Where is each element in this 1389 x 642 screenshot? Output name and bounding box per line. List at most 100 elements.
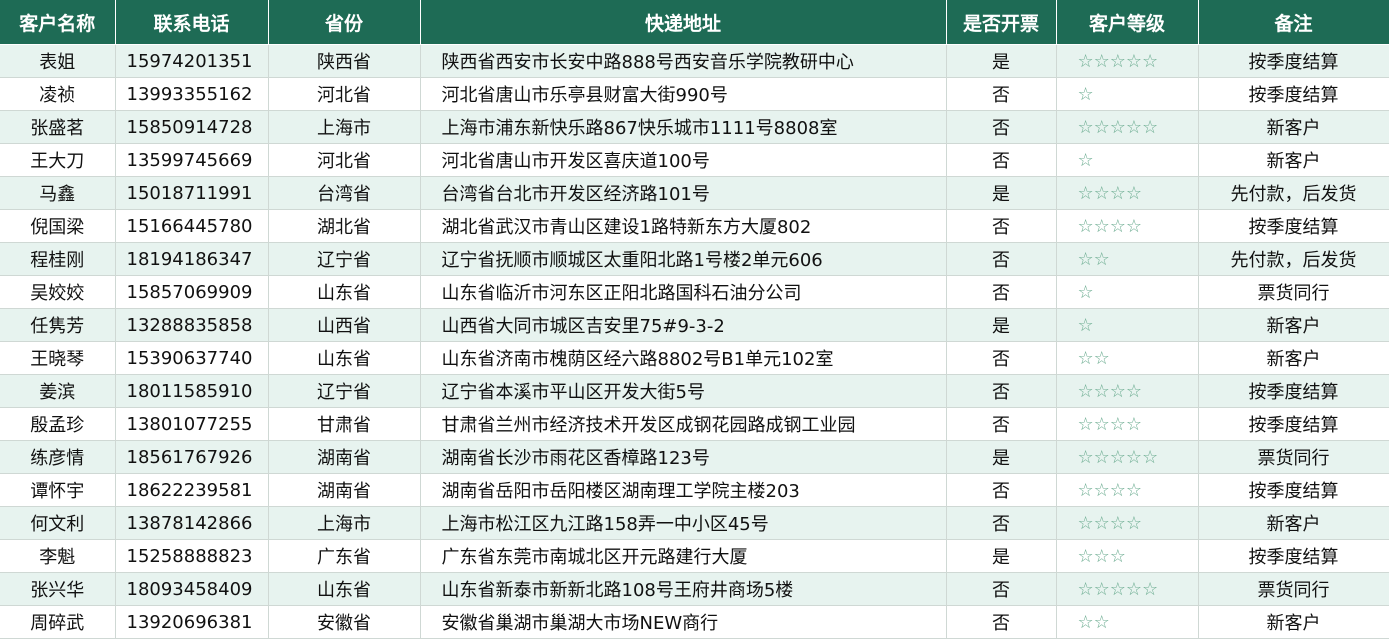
header-phone[interactable]: 联系电话 [115, 0, 269, 45]
cell-address[interactable]: 上海市浦东新快乐路867快乐城市1111号8808室 [420, 110, 947, 144]
cell-level[interactable]: ☆☆ [1056, 341, 1199, 375]
cell-invoice[interactable]: 否 [946, 374, 1057, 408]
cell-address[interactable]: 辽宁省本溪市平山区开发大街5号 [420, 374, 947, 408]
cell-level[interactable]: ☆☆☆ [1056, 539, 1199, 573]
cell-note[interactable]: 新客户 [1198, 341, 1389, 375]
cell-level[interactable]: ☆ [1056, 77, 1199, 111]
cell-phone[interactable]: 13993355162 [115, 77, 269, 111]
cell-address[interactable]: 上海市松江区九江路158弄一中小区45号 [420, 506, 947, 540]
cell-invoice[interactable]: 是 [946, 44, 1057, 78]
cell-note[interactable]: 票货同行 [1198, 572, 1389, 606]
cell-address[interactable]: 河北省唐山市乐亭县财富大街990号 [420, 77, 947, 111]
cell-invoice[interactable]: 是 [946, 440, 1057, 474]
cell-note[interactable]: 按季度结算 [1198, 209, 1389, 243]
cell-phone[interactable]: 18194186347 [115, 242, 269, 276]
cell-note[interactable]: 按季度结算 [1198, 539, 1389, 573]
cell-province[interactable]: 上海市 [268, 110, 421, 144]
cell-phone[interactable]: 15018711991 [115, 176, 269, 210]
cell-name[interactable]: 殷孟珍 [0, 407, 116, 441]
cell-level[interactable]: ☆☆☆☆☆ [1056, 110, 1199, 144]
cell-name[interactable]: 李魁 [0, 539, 116, 573]
cell-province[interactable]: 辽宁省 [268, 242, 421, 276]
cell-address[interactable]: 山东省济南市槐荫区经六路8802号B1单元102室 [420, 341, 947, 375]
cell-level[interactable]: ☆ [1056, 275, 1199, 309]
cell-phone[interactable]: 15390637740 [115, 341, 269, 375]
cell-note[interactable]: 按季度结算 [1198, 44, 1389, 78]
cell-name[interactable]: 姜滨 [0, 374, 116, 408]
cell-province[interactable]: 湖北省 [268, 209, 421, 243]
cell-invoice[interactable]: 否 [946, 407, 1057, 441]
cell-note[interactable]: 按季度结算 [1198, 374, 1389, 408]
cell-level[interactable]: ☆☆☆☆ [1056, 506, 1199, 540]
cell-invoice[interactable]: 否 [946, 605, 1057, 639]
cell-province[interactable]: 山东省 [268, 572, 421, 606]
cell-name[interactable]: 练彦情 [0, 440, 116, 474]
cell-province[interactable]: 湖南省 [268, 440, 421, 474]
cell-name[interactable]: 程桂刚 [0, 242, 116, 276]
cell-note[interactable]: 按季度结算 [1198, 473, 1389, 507]
cell-address[interactable]: 山东省新泰市新新北路108号王府井商场5楼 [420, 572, 947, 606]
cell-address[interactable]: 广东省东莞市南城北区开元路建行大厦 [420, 539, 947, 573]
cell-invoice[interactable]: 否 [946, 143, 1057, 177]
cell-phone[interactable]: 15850914728 [115, 110, 269, 144]
cell-invoice[interactable]: 是 [946, 176, 1057, 210]
cell-province[interactable]: 上海市 [268, 506, 421, 540]
header-province[interactable]: 省份 [268, 0, 421, 45]
cell-level[interactable]: ☆☆☆☆ [1056, 209, 1199, 243]
cell-name[interactable]: 表姐 [0, 44, 116, 78]
cell-address[interactable]: 湖南省长沙市雨花区香樟路123号 [420, 440, 947, 474]
cell-note[interactable]: 新客户 [1198, 506, 1389, 540]
cell-address[interactable]: 山东省临沂市河东区正阳北路国科石油分公司 [420, 275, 947, 309]
cell-province[interactable]: 甘肃省 [268, 407, 421, 441]
cell-note[interactable]: 新客户 [1198, 605, 1389, 639]
cell-phone[interactable]: 18011585910 [115, 374, 269, 408]
cell-invoice[interactable]: 是 [946, 308, 1057, 342]
cell-address[interactable]: 安徽省巢湖市巢湖大市场NEW商行 [420, 605, 947, 639]
cell-invoice[interactable]: 是 [946, 539, 1057, 573]
cell-name[interactable]: 王大刀 [0, 143, 116, 177]
cell-address[interactable]: 陕西省西安市长安中路888号西安音乐学院教研中心 [420, 44, 947, 78]
cell-invoice[interactable]: 否 [946, 572, 1057, 606]
cell-address[interactable]: 甘肃省兰州市经济技术开发区成钢花园路成钢工业园 [420, 407, 947, 441]
cell-invoice[interactable]: 否 [946, 209, 1057, 243]
cell-address[interactable]: 湖北省武汉市青山区建设1路特新东方大厦802 [420, 209, 947, 243]
cell-name[interactable]: 吴姣姣 [0, 275, 116, 309]
cell-invoice[interactable]: 否 [946, 275, 1057, 309]
cell-province[interactable]: 山西省 [268, 308, 421, 342]
cell-phone[interactable]: 15974201351 [115, 44, 269, 78]
cell-level[interactable]: ☆☆☆☆ [1056, 407, 1199, 441]
cell-province[interactable]: 河北省 [268, 143, 421, 177]
cell-phone[interactable]: 18561767926 [115, 440, 269, 474]
cell-address[interactable]: 台湾省台北市开发区经济路101号 [420, 176, 947, 210]
cell-province[interactable]: 辽宁省 [268, 374, 421, 408]
cell-name[interactable]: 马鑫 [0, 176, 116, 210]
cell-phone[interactable]: 18622239581 [115, 473, 269, 507]
cell-level[interactable]: ☆☆ [1056, 605, 1199, 639]
cell-level[interactable]: ☆☆☆☆☆ [1056, 44, 1199, 78]
cell-address[interactable]: 湖南省岳阳市岳阳楼区湖南理工学院主楼203 [420, 473, 947, 507]
cell-invoice[interactable]: 否 [946, 341, 1057, 375]
cell-name[interactable]: 任隽芳 [0, 308, 116, 342]
header-note[interactable]: 备注 [1198, 0, 1389, 45]
cell-name[interactable]: 张盛茗 [0, 110, 116, 144]
header-invoice[interactable]: 是否开票 [946, 0, 1057, 45]
cell-address[interactable]: 山西省大同市城区吉安里75#9-3-2 [420, 308, 947, 342]
cell-phone[interactable]: 13599745669 [115, 143, 269, 177]
cell-invoice[interactable]: 否 [946, 110, 1057, 144]
cell-level[interactable]: ☆ [1056, 143, 1199, 177]
cell-invoice[interactable]: 否 [946, 506, 1057, 540]
cell-note[interactable]: 新客户 [1198, 143, 1389, 177]
header-address[interactable]: 快递地址 [420, 0, 947, 45]
cell-phone[interactable]: 15857069909 [115, 275, 269, 309]
cell-name[interactable]: 倪国梁 [0, 209, 116, 243]
cell-province[interactable]: 广东省 [268, 539, 421, 573]
cell-note[interactable]: 按季度结算 [1198, 77, 1389, 111]
cell-level[interactable]: ☆☆ [1056, 242, 1199, 276]
cell-province[interactable]: 台湾省 [268, 176, 421, 210]
cell-note[interactable]: 先付款，后发货 [1198, 176, 1389, 210]
cell-name[interactable]: 谭怀宇 [0, 473, 116, 507]
cell-phone[interactable]: 13801077255 [115, 407, 269, 441]
cell-note[interactable]: 新客户 [1198, 110, 1389, 144]
cell-level[interactable]: ☆☆☆☆☆ [1056, 572, 1199, 606]
cell-phone[interactable]: 15258888823 [115, 539, 269, 573]
